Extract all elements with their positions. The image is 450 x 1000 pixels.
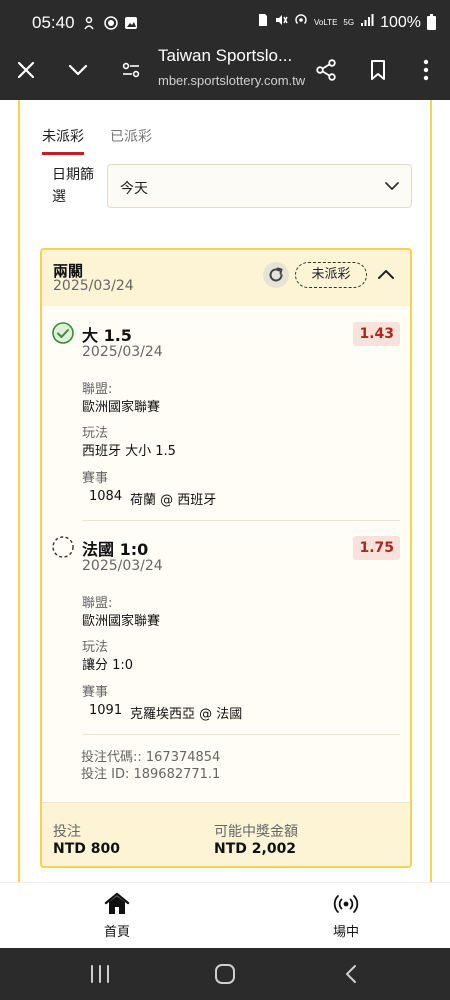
mute-icon	[274, 13, 288, 32]
selection-name: 法國 1:0	[82, 540, 149, 559]
selection-item: 大 1.5 2025/03/24 1.43 聯盟: 歐洲國家聯賽 玩法 西班牙 …	[42, 322, 410, 522]
status-time: 05:40	[32, 13, 75, 32]
status-badge: 未派彩	[295, 262, 367, 288]
record-icon	[104, 15, 118, 30]
tab-paid[interactable]: 已派彩	[110, 126, 152, 155]
league-label: 聯盟:	[82, 382, 113, 397]
system-nav-bar	[0, 948, 450, 1000]
web-content: 未派彩 已派彩 日期篩選 今天 兩關 2025/03/24 未派彩 大 1.5 …	[0, 100, 450, 882]
site-settings-icon[interactable]	[115, 54, 147, 86]
page-title: Taiwan Sportslo...	[158, 46, 293, 65]
play-value: 讓分 1:0	[82, 658, 134, 673]
ticket-body: 大 1.5 2025/03/24 1.43 聯盟: 歐洲國家聯賽 玩法 西班牙 …	[42, 306, 410, 802]
event-number: 1091	[89, 703, 123, 718]
bottom-nav: 首頁 場中	[0, 882, 450, 948]
browser-chrome: 05:40 VoLTE 5G 100% Taiwan Sportslo... m…	[0, 0, 450, 100]
call-forward-icon	[84, 15, 98, 30]
event-label: 賽事	[82, 685, 109, 700]
home-icon	[104, 891, 130, 917]
bookmark-icon[interactable]	[362, 54, 394, 86]
date-filter-label: 日期篩選	[52, 167, 94, 205]
nav-home[interactable]: 首頁	[77, 891, 157, 940]
event-name: 荷蘭 @ 西班牙	[130, 493, 217, 508]
event-number: 1084	[89, 489, 123, 504]
date-filter-value: 今天	[120, 181, 148, 197]
volte-label: VoLTE	[313, 17, 338, 27]
live-signal-icon	[333, 891, 359, 917]
system-status-icons: VoLTE 5G 100%	[258, 13, 436, 32]
selection-name: 大 1.5	[82, 326, 132, 345]
hotspot-icon	[294, 13, 308, 32]
chevron-down-icon	[383, 177, 401, 195]
page-url: mber.sportslottery.com.tw	[158, 73, 306, 88]
ticket-date: 2025/03/24	[53, 278, 134, 294]
league-value: 歐洲國家聯賽	[82, 400, 161, 415]
network-label: 5G	[343, 17, 355, 27]
ticket-footer: 投注 NTD 800 可能中獎金額 NTD 2,002	[42, 802, 410, 866]
bet-code: 投注代碼:: 167374854	[81, 750, 221, 765]
nav-home-label: 首頁	[103, 925, 130, 940]
signal-icon	[360, 13, 374, 32]
event-label: 賽事	[82, 471, 109, 486]
notification-icons	[84, 15, 138, 30]
date-filter-select[interactable]: 今天	[107, 164, 412, 208]
back-icon[interactable]	[340, 963, 364, 985]
divider	[82, 520, 400, 521]
play-value: 西班牙 大小 1.5	[82, 444, 176, 459]
stake-value: NTD 800	[53, 841, 120, 857]
odds-badge: 1.43	[353, 322, 400, 346]
chevron-up-icon[interactable]	[374, 263, 398, 287]
share-icon[interactable]	[310, 54, 342, 86]
ticket-header[interactable]: 兩關 2025/03/24 未派彩	[42, 250, 410, 306]
refresh-icon[interactable]	[263, 262, 289, 288]
home-button-icon[interactable]	[213, 963, 237, 985]
payout-tabs: 未派彩 已派彩	[42, 126, 152, 155]
custom-tab-toolbar: Taiwan Sportslo... mber.sportslottery.co…	[0, 46, 450, 100]
selection-item: 法國 1:0 2025/03/24 1.75 聯盟: 歐洲國家聯賽 玩法 讓分 …	[42, 536, 410, 736]
more-options-icon[interactable]	[410, 54, 442, 86]
play-label: 玩法	[82, 640, 109, 655]
recent-apps-icon[interactable]	[88, 963, 112, 985]
chevron-down-icon[interactable]	[62, 54, 94, 86]
content-frame: 未派彩 已派彩 日期篩選 今天 兩關 2025/03/24 未派彩 大 1.5 …	[18, 100, 432, 882]
bet-codes: 投注代碼:: 167374854 投注 ID: 189682771.1	[81, 749, 220, 783]
payout-value: NTD 2,002	[214, 841, 297, 857]
image-icon	[124, 15, 138, 29]
divider	[82, 734, 400, 735]
selection-date: 2025/03/24	[82, 344, 163, 360]
close-icon[interactable]	[10, 54, 42, 86]
sim-icon	[258, 13, 268, 32]
check-circle-icon	[52, 322, 74, 344]
play-label: 玩法	[82, 426, 109, 441]
bet-id: 投注 ID: 189682771.1	[81, 767, 221, 782]
battery-icon	[427, 13, 436, 30]
selection-date: 2025/03/24	[82, 558, 163, 574]
status-bar: 05:40 VoLTE 5G 100%	[0, 0, 450, 46]
league-value: 歐洲國家聯賽	[82, 614, 161, 629]
odds-badge: 1.75	[353, 536, 400, 560]
stake-label: 投注	[53, 824, 81, 840]
battery-percent: 100%	[380, 13, 421, 31]
nav-live[interactable]: 場中	[306, 891, 386, 940]
league-label: 聯盟:	[82, 596, 113, 611]
payout-label: 可能中獎金額	[214, 824, 298, 840]
nav-live-label: 場中	[332, 925, 359, 940]
unsettled-circle-icon	[52, 536, 74, 558]
event-name: 克羅埃西亞 @ 法國	[130, 707, 243, 722]
tab-unpaid[interactable]: 未派彩	[42, 126, 84, 155]
bet-ticket-card: 兩關 2025/03/24 未派彩 大 1.5 2025/03/24 1.43 …	[40, 248, 412, 868]
